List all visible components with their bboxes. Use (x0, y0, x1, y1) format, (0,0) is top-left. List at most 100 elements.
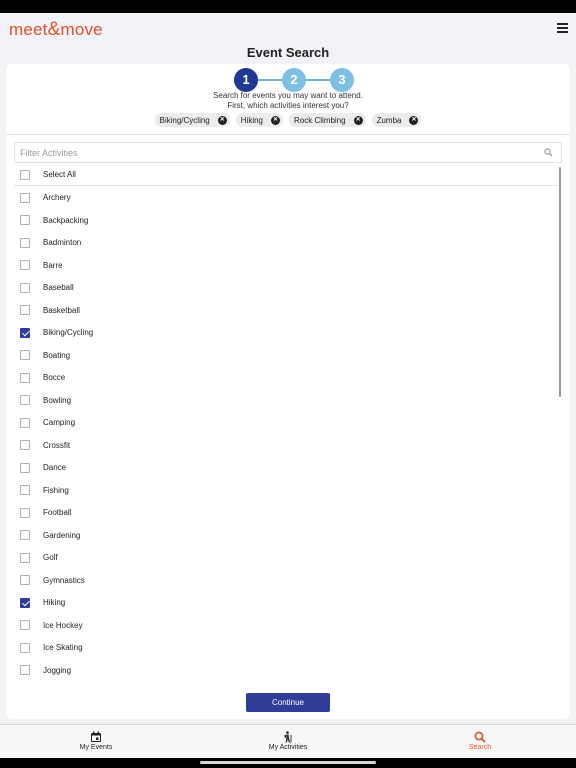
activity-label: Baseball (43, 283, 74, 292)
search-icon (474, 731, 486, 743)
step-connector (306, 79, 330, 81)
step-1[interactable]: 1 (234, 68, 258, 92)
activity-row[interactable]: Ice Skating (14, 637, 558, 659)
activity-chip-label: Hiking (240, 115, 263, 125)
activity-row[interactable]: Football (14, 502, 558, 524)
select-all-checkbox[interactable] (20, 169, 30, 180)
activity-checkbox[interactable] (20, 417, 30, 428)
tab-search-label: Search (468, 744, 492, 751)
activity-checkbox[interactable] (20, 530, 30, 540)
activity-list[interactable]: Select All Archery Backpacking Badminton Ba… (14, 164, 558, 686)
activity-row[interactable]: Baseball (14, 277, 558, 299)
activity-row[interactable]: Ice Hockey (14, 614, 558, 636)
activity-checkbox[interactable] (20, 642, 30, 653)
activity-row[interactable]: Badminton (14, 232, 558, 254)
activity-row[interactable]: Bowling (14, 389, 558, 411)
tab-my-activities-label: My Activities (268, 744, 308, 751)
activity-row[interactable]: Fishing (14, 479, 558, 501)
activity-label: Boating (43, 350, 71, 360)
activity-checkbox[interactable] (20, 552, 30, 563)
activity-row[interactable]: Golf (14, 547, 558, 569)
remove-chip-icon[interactable]: ✕ (271, 115, 280, 125)
activity-label: Badminton (43, 238, 82, 247)
activity-row[interactable]: Camping (14, 412, 558, 434)
logo-ampersand: & (47, 19, 61, 40)
activity-label: Crossfit (43, 440, 71, 450)
select-all-row[interactable]: Select All (14, 164, 558, 186)
step-connector (258, 79, 282, 81)
event-search-card: 1 2 3 Search for events you may want to … (6, 64, 570, 719)
step-3[interactable]: 3 (330, 68, 354, 92)
activity-checkbox[interactable] (20, 395, 30, 405)
activity-label: Backpacking (43, 215, 89, 225)
activity-row[interactable]: Gymnastics (14, 569, 558, 591)
activity-checkbox[interactable] (20, 192, 30, 203)
activity-row[interactable]: Dance (14, 457, 558, 479)
activity-label: Fishing (43, 485, 69, 495)
activity-checkbox[interactable] (20, 372, 30, 383)
bottom-tab-bar: My Events My Activities Search (0, 724, 576, 758)
activity-checkbox[interactable] (20, 597, 30, 608)
step-2[interactable]: 2 (282, 68, 306, 92)
activity-row[interactable]: Backpacking (14, 209, 558, 231)
activity-row[interactable]: Bocce (14, 367, 558, 389)
activity-row[interactable]: Biking/Cycling (14, 322, 558, 344)
activity-row[interactable]: Crossfit (14, 434, 558, 456)
remove-chip-icon[interactable]: ✕ (409, 115, 419, 125)
activity-label: Ice Hockey (43, 620, 83, 630)
activity-checkbox[interactable] (20, 665, 30, 675)
remove-chip-icon[interactable]: ✕ (353, 115, 363, 125)
activity-checkbox[interactable] (20, 507, 30, 518)
divider (6, 134, 570, 135)
activity-row[interactable]: Hiking (14, 592, 558, 614)
tab-my-events[interactable]: My Events (36, 725, 156, 758)
activity-checkbox[interactable] (20, 440, 30, 450)
continue-button[interactable]: Continue (246, 693, 330, 712)
activity-row[interactable]: Jogging (14, 659, 558, 681)
activity-label: Gymnastics (43, 575, 85, 585)
activity-checkbox[interactable] (20, 327, 30, 338)
select-all-label: Select All (43, 170, 76, 179)
activity-checkbox[interactable] (20, 620, 30, 630)
activity-label: Bowling (43, 395, 72, 405)
activity-chip[interactable]: Hiking ✕ (235, 113, 283, 127)
home-indicator-bar[interactable] (200, 761, 376, 764)
scrollbar[interactable] (559, 167, 561, 397)
intro-text: Search for events you may want to attend… (6, 91, 570, 111)
activity-label: Biking/Cycling (43, 328, 94, 337)
activity-chip-label: Rock Climbing (294, 115, 346, 125)
activity-row[interactable]: Archery (14, 187, 558, 209)
activity-chip[interactable]: Rock Climbing ✕ (289, 113, 366, 127)
activity-row[interactable]: Basketball (14, 299, 558, 321)
activity-row[interactable]: Barre (14, 254, 558, 276)
tab-search[interactable]: Search (420, 725, 540, 758)
intro-line-2: First, which activities interest you? (227, 101, 349, 110)
activity-checkbox[interactable] (20, 350, 30, 360)
page-title: Event Search (246, 45, 330, 60)
activity-checkbox[interactable] (20, 237, 30, 248)
activity-label: Football (43, 508, 72, 517)
app-logo: meet&move (9, 19, 103, 41)
intro-line-1: Search for events you may want to attend… (213, 91, 363, 100)
activity-row[interactable]: Boating (14, 344, 558, 366)
activity-checkbox[interactable] (20, 305, 30, 315)
activity-label: Dance (43, 463, 67, 472)
activity-checkbox[interactable] (20, 260, 30, 270)
activity-checkbox[interactable] (20, 575, 30, 585)
activity-label: Camping (43, 418, 76, 427)
remove-chip-icon[interactable]: ✕ (217, 115, 227, 125)
activity-chip[interactable]: Zumba ✕ (371, 113, 422, 127)
activity-checkbox[interactable] (20, 282, 30, 293)
activity-label: Jogging (43, 665, 72, 675)
activity-row[interactable]: Gardening (14, 524, 558, 546)
activity-label: Golf (43, 553, 58, 562)
activity-chip[interactable]: Biking/Cycling ✕ (154, 113, 230, 127)
activity-checkbox[interactable] (20, 462, 30, 473)
activity-checkbox[interactable] (20, 215, 30, 225)
hamburger-menu-icon[interactable] (557, 23, 568, 33)
activity-label: Barre (43, 260, 63, 270)
tab-my-activities[interactable]: My Activities (228, 725, 348, 758)
activity-checkbox[interactable] (20, 485, 30, 495)
filter-activities-input[interactable] (14, 142, 562, 163)
activity-label: Hiking (43, 598, 66, 607)
